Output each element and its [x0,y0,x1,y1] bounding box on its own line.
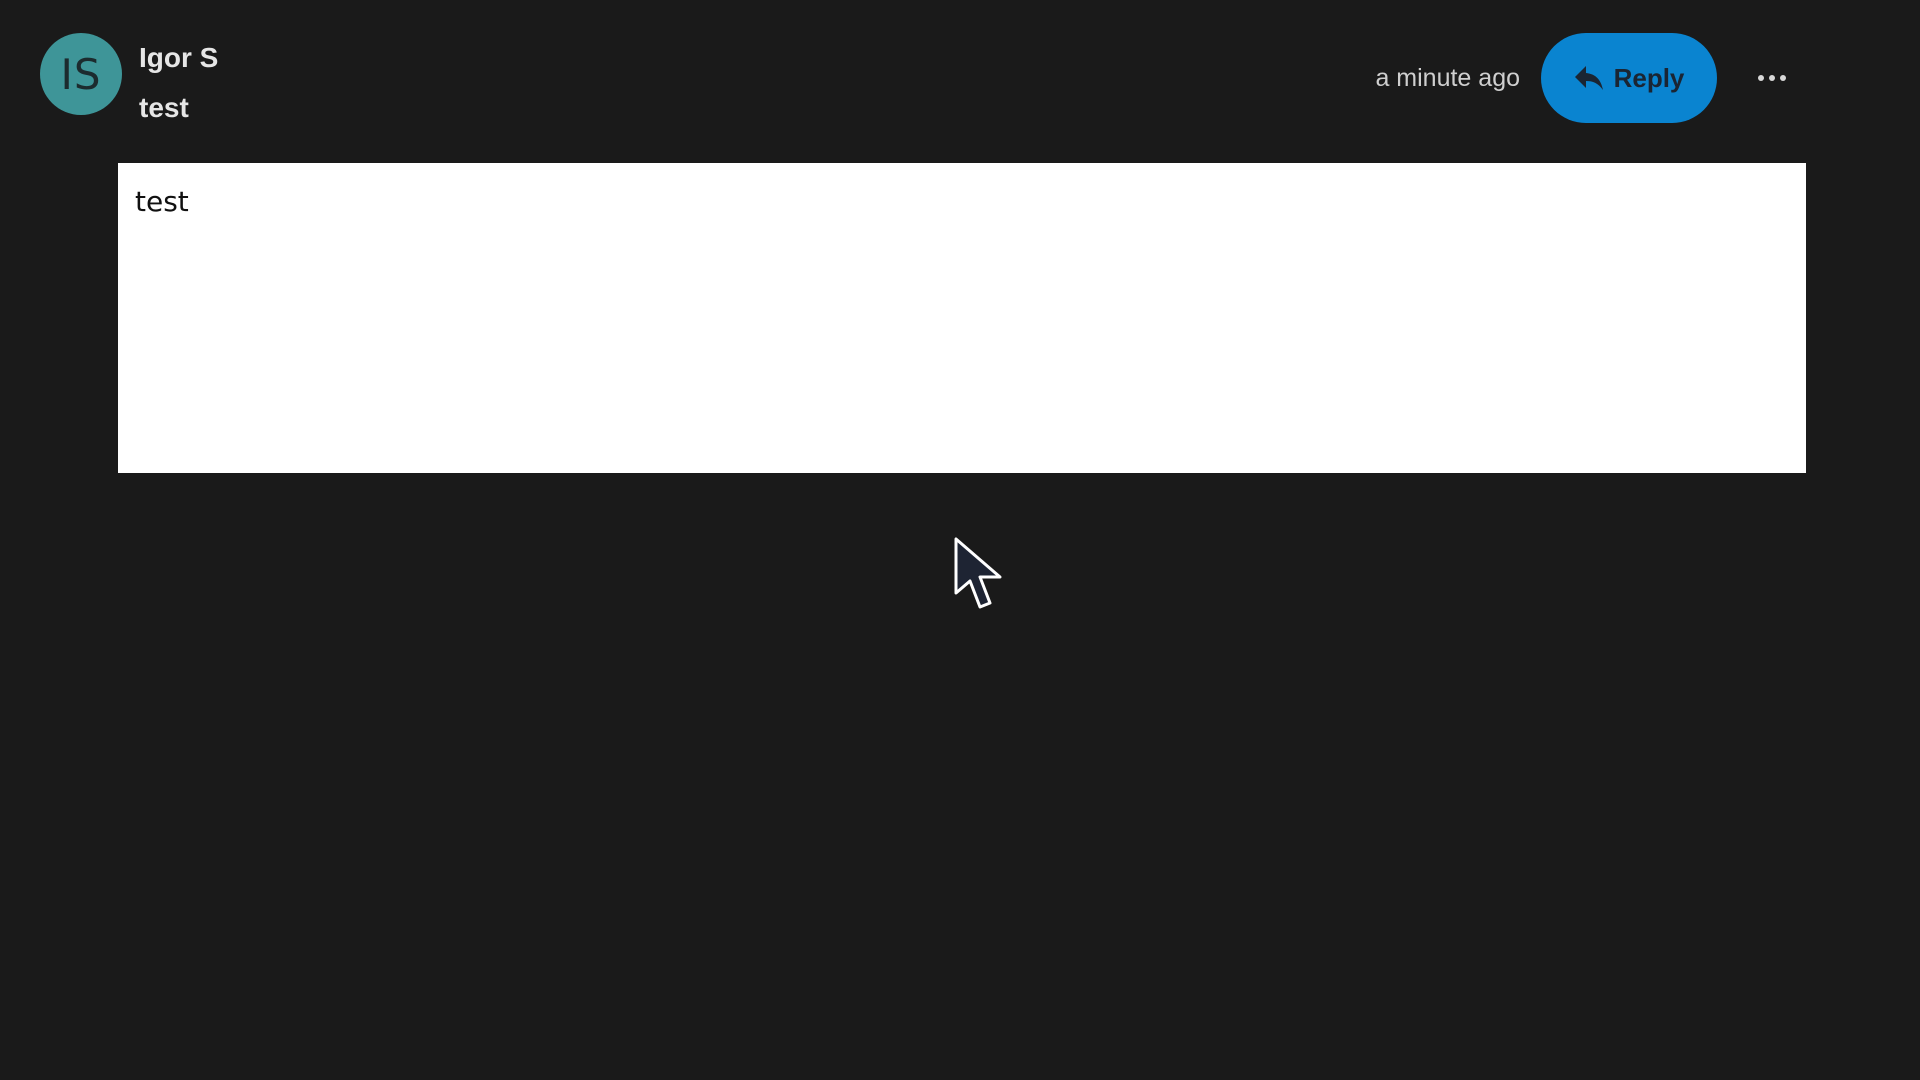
more-options-button[interactable] [1750,58,1794,98]
ellipsis-icon [1758,75,1764,81]
avatar-initials: IS [60,49,102,99]
author-name: Igor S [139,42,219,73]
message-timestamp: a minute ago [1375,64,1520,92]
reply-button[interactable]: Reply [1541,33,1717,123]
avatar: IS [40,33,122,115]
reply-arrow-icon [1574,64,1604,92]
reply-button-label: Reply [1613,62,1685,93]
message-body-text: test [135,185,189,218]
message-subject: test [139,92,189,123]
mouse-cursor-icon [954,537,1002,609]
message-view: IS Igor S test a minute ago Reply test [0,0,1920,1080]
message-body: test [118,163,1806,473]
